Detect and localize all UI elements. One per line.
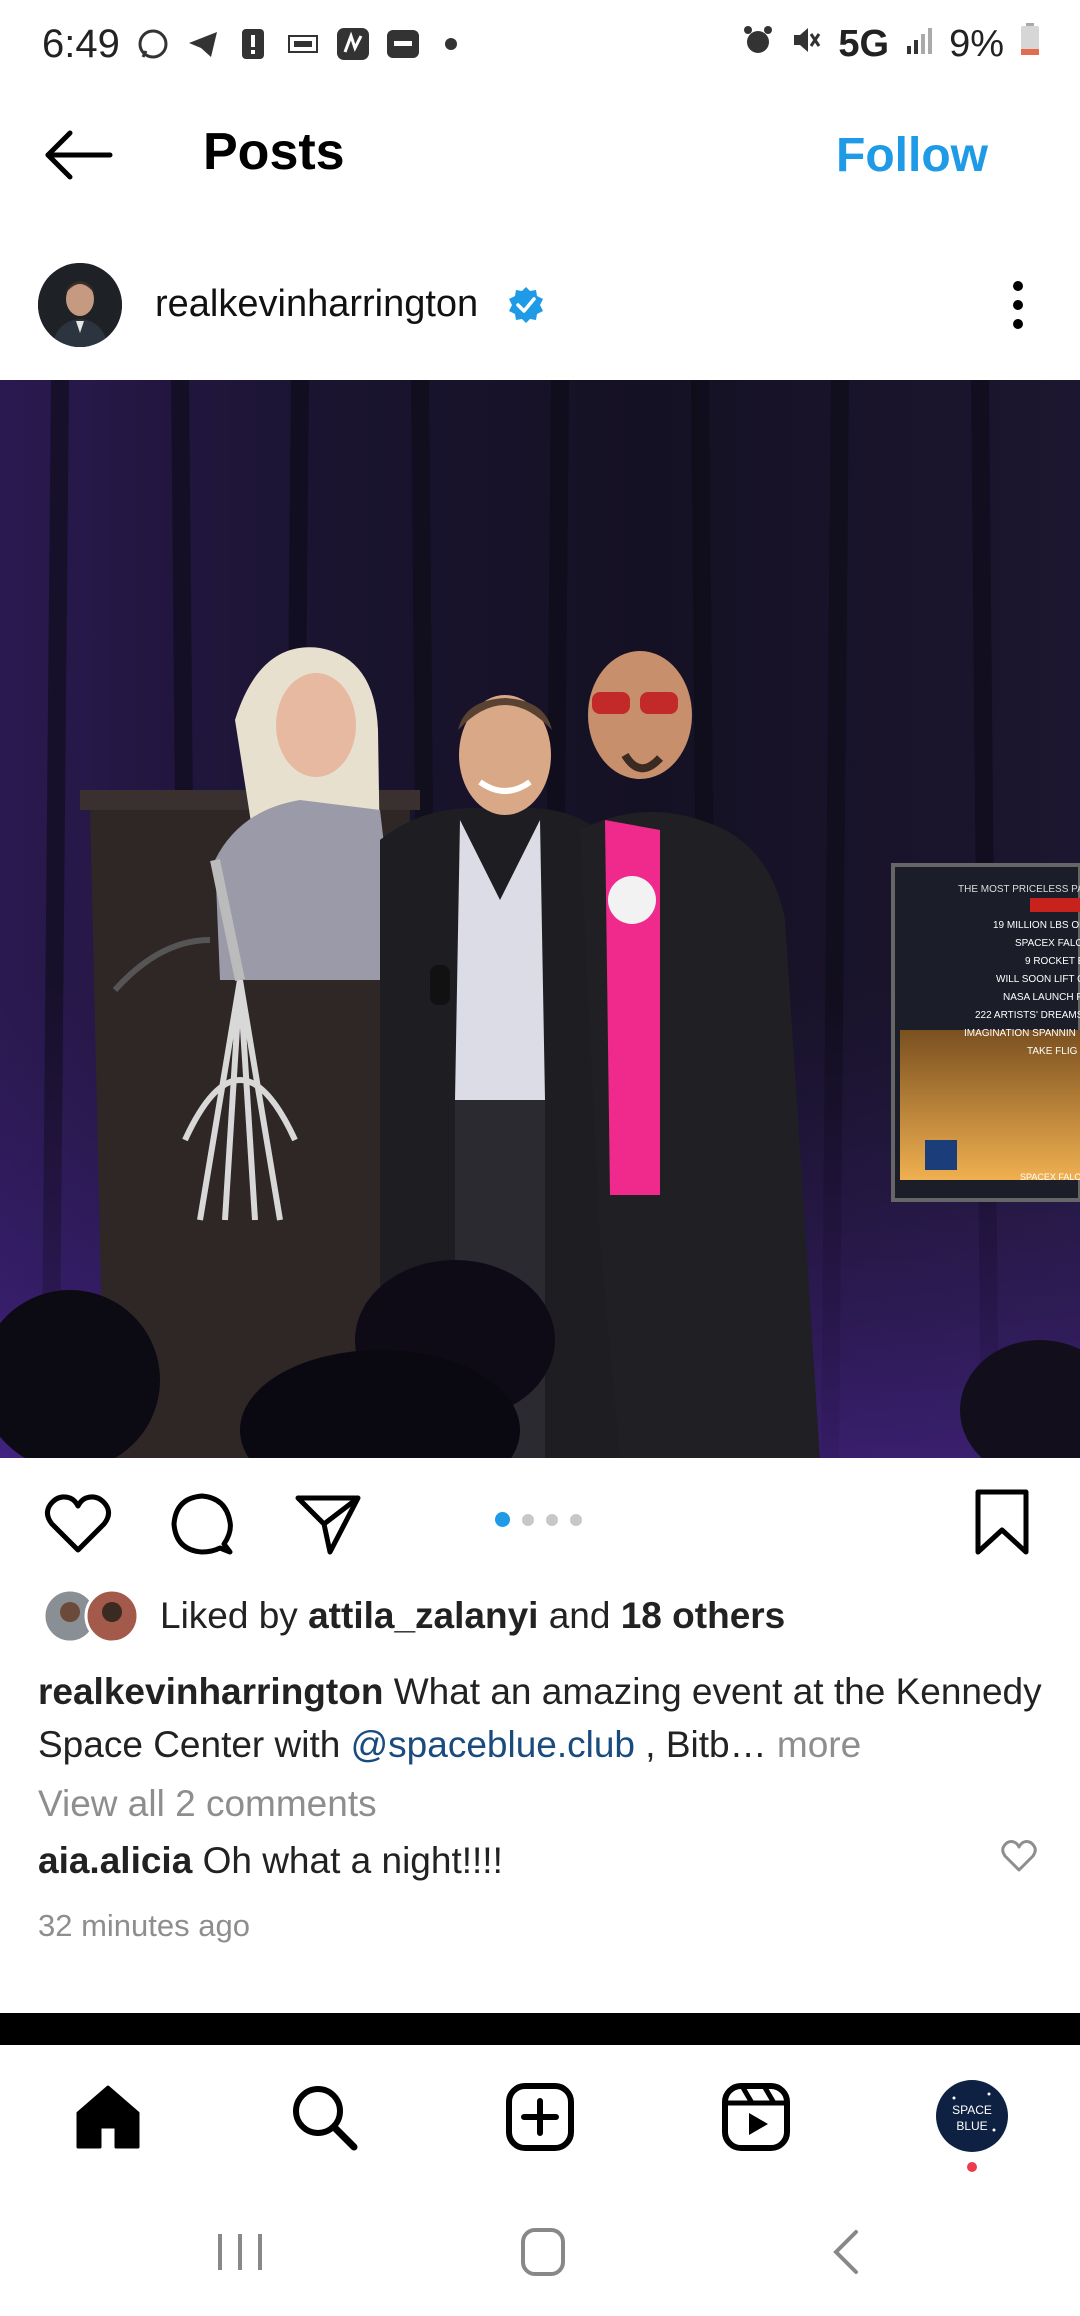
alarm-icon [742, 23, 774, 66]
profile-avatar[interactable]: SPACE BLUE [934, 2078, 1010, 2154]
screen-line-7: 222 ARTISTS' DREAMS [975, 1010, 1080, 1021]
carousel-dot [522, 1513, 534, 1526]
carousel-dot-active [495, 1512, 510, 1527]
screen-line-3: SPACEX FALC [1015, 938, 1080, 949]
notification-dot [967, 2162, 977, 2172]
view-all-comments-link[interactable]: View all 2 comments [38, 1783, 377, 1825]
status-time: 6:49 [42, 22, 120, 66]
temu-icon [285, 26, 321, 62]
telegram-icon [185, 26, 221, 62]
screen-footer: SPACEX FALC [1020, 1172, 1080, 1182]
comment-icon[interactable] [166, 1488, 238, 1560]
profile-avatar-text-bottom: BLUE [956, 2119, 987, 2133]
tile-icon [385, 26, 421, 62]
signal-icon [905, 23, 933, 66]
caption-text-tail: , Bitb… [635, 1724, 767, 1765]
liked-by-prefix: Liked by [160, 1595, 309, 1636]
save-bookmark-icon[interactable] [966, 1486, 1038, 1558]
screen-line-5: WILL SOON LIFT O [996, 974, 1080, 985]
create-post-icon[interactable] [504, 2081, 576, 2153]
post-caption: realkevinharrington What an amazing even… [38, 1665, 1048, 1771]
app-icon [335, 26, 371, 62]
battery-icon [1020, 22, 1040, 66]
follow-button[interactable]: Follow [836, 128, 988, 183]
share-icon[interactable] [292, 1488, 364, 1560]
notification-icons [135, 26, 457, 62]
carousel-dot [546, 1513, 558, 1526]
more-options-icon[interactable] [1000, 278, 1036, 332]
liked-by-mid: and [538, 1595, 621, 1636]
search-icon[interactable] [288, 2081, 360, 2153]
liked-by-user[interactable]: attila_zalanyi [308, 1595, 538, 1636]
status-bar: 6:49 5G 9% [0, 0, 1080, 96]
carousel-indicator [495, 1512, 582, 1527]
reels-icon[interactable] [720, 2081, 792, 2153]
screen-line-1: THE MOST PRICELESS PAYLOAD [958, 884, 1080, 895]
back-arrow-icon [45, 130, 113, 180]
screen-line-8: IMAGINATION SPANNIN [964, 1028, 1076, 1039]
battery-percent: 9% [949, 22, 1004, 65]
avatar[interactable] [38, 263, 122, 347]
like-heart-icon[interactable] [42, 1488, 114, 1560]
liked-by-text[interactable]: Liked by attila_zalanyi and 18 others [160, 1595, 785, 1637]
home-button[interactable] [508, 2220, 578, 2284]
liked-by-others[interactable]: 18 others [621, 1595, 786, 1636]
caption-mention-link[interactable]: @spaceblue.club [351, 1724, 635, 1765]
back-button[interactable] [40, 125, 120, 185]
alert-icon [235, 26, 271, 62]
caption-more-link[interactable]: more [767, 1724, 861, 1765]
more-notifications-icon [445, 38, 457, 50]
comment-like-heart-icon[interactable] [1000, 1838, 1038, 1874]
screen-line-4: 9 ROCKET ENG [1025, 956, 1080, 967]
next-post-divider [0, 2013, 1080, 2045]
system-back-button[interactable] [812, 2220, 882, 2284]
liked-by-avatars[interactable] [42, 1588, 142, 1644]
verified-badge-icon [506, 285, 546, 325]
screen-line-9: TAKE FLIG [1027, 1046, 1078, 1057]
post-image[interactable]: THE MOST PRICELESS PAYLOAD 19 MILLION LB… [0, 380, 1080, 1458]
comment-username[interactable]: aia.alicia [38, 1840, 192, 1881]
caption-username[interactable]: realkevinharrington [38, 1671, 383, 1712]
comment-text: Oh what a night!!!! [192, 1840, 503, 1881]
profile-avatar-text-top: SPACE [952, 2103, 992, 2117]
page-title: Posts [203, 123, 345, 181]
home-icon[interactable] [72, 2081, 144, 2153]
screen-line-2: 19 MILLION LBS OF [993, 920, 1080, 931]
recent-apps-button[interactable] [205, 2220, 275, 2284]
post-username[interactable]: realkevinharrington [155, 283, 478, 326]
system-status: 5G 9% [742, 22, 1040, 66]
comment-item: aia.alicia Oh what a night!!!! [38, 1840, 503, 1882]
carousel-dot [570, 1513, 582, 1526]
screen-line-6: NASA LAUNCH P [1003, 992, 1080, 1003]
mute-icon [790, 23, 822, 66]
whatsapp-icon [135, 26, 171, 62]
network-label: 5G [838, 22, 890, 65]
post-timestamp: 32 minutes ago [38, 1908, 250, 1943]
